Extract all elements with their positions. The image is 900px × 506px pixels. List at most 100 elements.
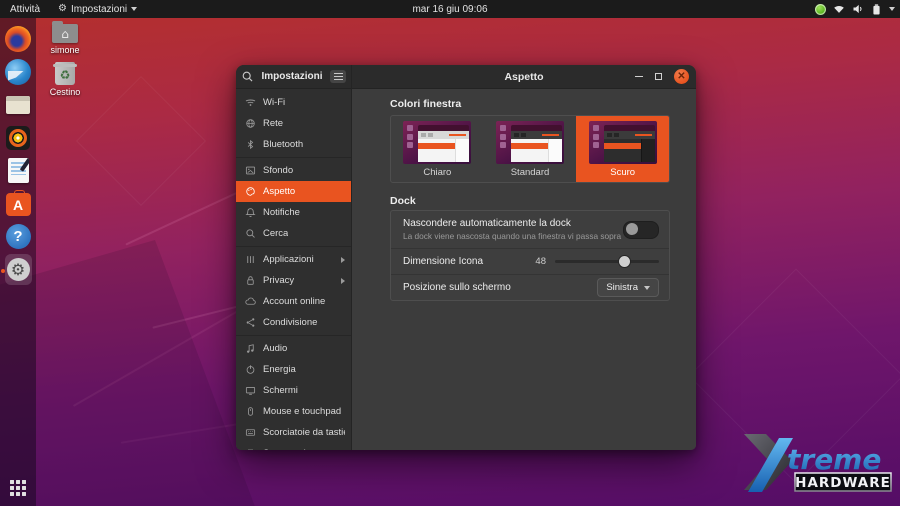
- firefox-icon: [5, 26, 31, 52]
- settings-sidebar: Impostazioni Wi-Fi: [236, 65, 352, 450]
- dock-item-ubuntu-software[interactable]: A: [5, 190, 32, 217]
- ubuntu-software-icon: A: [6, 193, 31, 216]
- clock-label: mar 16 giu 09:06: [412, 4, 487, 15]
- sidebar-item-notifiche[interactable]: Notifiche: [236, 202, 351, 223]
- desktop-icon-label: simone: [50, 45, 79, 55]
- theme-option-chiaro[interactable]: Chiaro: [391, 116, 484, 182]
- window-controls: ✕: [635, 65, 689, 88]
- search-icon: [245, 228, 256, 239]
- wallpaper-shape: [76, 76, 206, 206]
- theme-label: Chiaro: [423, 167, 451, 178]
- dock-section-label: Dock: [390, 195, 416, 207]
- chevron-down-icon: [131, 7, 137, 11]
- lock-icon: [245, 275, 256, 286]
- search-icon[interactable]: [241, 70, 254, 83]
- icon-size-label: Dimensione Icona: [403, 256, 483, 267]
- sidebar-item-applicazioni[interactable]: Applicazioni: [236, 249, 351, 270]
- window-colors-panel: Chiaro: [390, 115, 670, 183]
- software-update-icon: [815, 4, 826, 15]
- help-icon: ?: [6, 224, 31, 249]
- dock-item-settings[interactable]: ⚙: [5, 256, 32, 283]
- dock-item-rhythmbox[interactable]: [5, 124, 32, 151]
- sidebar-item-condivisione[interactable]: Condivisione: [236, 312, 351, 333]
- position-value: Sinistra: [606, 282, 638, 293]
- appearance-icon: [245, 186, 256, 197]
- sidebar-separator: [236, 157, 351, 158]
- position-label: Posizione sullo schermo: [403, 282, 511, 293]
- sidebar-item-audio[interactable]: Audio: [236, 338, 351, 359]
- settings-main-panel: Aspetto ✕ Colori finestra: [352, 65, 696, 450]
- printer-icon: [245, 448, 256, 450]
- theme-preview-standard: [496, 121, 564, 164]
- theme-option-standard[interactable]: Standard: [484, 116, 577, 182]
- sidebar-list: Wi-Fi Rete Bluetooth: [236, 89, 351, 450]
- dock-item-help[interactable]: ?: [5, 223, 32, 250]
- mouse-icon: [245, 406, 256, 417]
- menu-icon[interactable]: [330, 70, 346, 83]
- sidebar-item-wifi[interactable]: Wi-Fi: [236, 92, 351, 113]
- wifi-icon: [245, 97, 256, 108]
- libreoffice-writer-icon: [8, 158, 29, 183]
- dock-item-files[interactable]: [5, 91, 32, 118]
- logo-treme-text: treme: [787, 443, 881, 476]
- theme-preview-chiaro: [403, 121, 471, 164]
- maximize-button[interactable]: [655, 73, 662, 80]
- sidebar-item-bluetooth[interactable]: Bluetooth: [236, 134, 351, 155]
- system-status-area[interactable]: [815, 0, 895, 18]
- files-icon: [6, 96, 30, 114]
- dock-item-thunderbird[interactable]: [5, 58, 32, 85]
- sidebar-item-energia[interactable]: Energia: [236, 359, 351, 380]
- settings-gear-icon: ⚙: [7, 258, 30, 281]
- close-button[interactable]: ✕: [674, 69, 689, 84]
- running-indicator: [1, 269, 5, 273]
- autohide-row: Nascondere automaticamente la dock La do…: [391, 211, 669, 249]
- sidebar-item-schermi[interactable]: Schermi: [236, 380, 351, 401]
- sidebar-item-stampanti[interactable]: Stampanti: [236, 443, 351, 450]
- sidebar-item-scorciatoie[interactable]: Scorciatoie da tastiera: [236, 422, 351, 443]
- theme-option-scuro[interactable]: Scuro: [576, 116, 669, 182]
- activities-button[interactable]: Attività: [0, 0, 50, 18]
- dock-item-libreoffice-writer[interactable]: [5, 157, 32, 184]
- cloud-icon: [245, 296, 256, 307]
- xtreme-hardware-logo: treme HARDWARE: [738, 432, 896, 496]
- share-icon: [245, 317, 256, 328]
- theme-label: Standard: [511, 167, 550, 178]
- top-bar: Attività ⚙ Impostazioni mar 16 giu 09:06: [0, 0, 900, 18]
- position-dropdown[interactable]: Sinistra: [597, 278, 659, 297]
- autohide-toggle[interactable]: [623, 221, 659, 239]
- keyboard-icon: [245, 427, 256, 438]
- bell-icon: [245, 207, 256, 218]
- applications-icon: [245, 254, 256, 265]
- clock-button[interactable]: mar 16 giu 09:06: [412, 0, 487, 18]
- slider-handle[interactable]: [618, 255, 631, 268]
- sidebar-item-rete[interactable]: Rete: [236, 113, 351, 134]
- desktop-icon-home[interactable]: ⌂ simone: [43, 24, 87, 55]
- sidebar-item-mouse-touchpad[interactable]: Mouse e touchpad: [236, 401, 351, 422]
- bluetooth-icon: [245, 139, 256, 150]
- autohide-title: Nascondere automaticamente la dock: [403, 218, 621, 229]
- wifi-icon: [833, 3, 845, 15]
- sidebar-item-account-online[interactable]: Account online: [236, 291, 351, 312]
- sidebar-header: Impostazioni: [236, 65, 351, 89]
- chevron-down-icon: [889, 7, 895, 11]
- settings-window: Impostazioni Wi-Fi: [236, 65, 696, 450]
- icon-size-slider[interactable]: [555, 255, 659, 268]
- icon-size-value: 48: [535, 256, 546, 267]
- home-folder-icon: ⌂: [52, 24, 78, 43]
- sidebar-item-cerca[interactable]: Cerca: [236, 223, 351, 244]
- desktop-icon-trash[interactable]: ♻ Cestino: [43, 62, 87, 97]
- sidebar-item-aspetto[interactable]: Aspetto: [236, 181, 351, 202]
- dock-item-firefox[interactable]: [5, 25, 32, 52]
- minimize-button[interactable]: [635, 76, 643, 77]
- toggle-knob: [626, 223, 638, 235]
- settings-active-highlight: ⚙: [5, 254, 32, 285]
- chevron-right-icon: [341, 278, 345, 284]
- theme-label: Scuro: [610, 167, 635, 178]
- slider-track: [555, 260, 659, 263]
- appearance-content: Colori finestra: [352, 89, 696, 450]
- show-applications-button[interactable]: [10, 480, 26, 496]
- app-menu-button[interactable]: ⚙ Impostazioni: [50, 0, 145, 18]
- sidebar-item-sfondo[interactable]: Sfondo: [236, 160, 351, 181]
- window-titlebar[interactable]: Aspetto ✕: [352, 65, 696, 89]
- sidebar-item-privacy[interactable]: Privacy: [236, 270, 351, 291]
